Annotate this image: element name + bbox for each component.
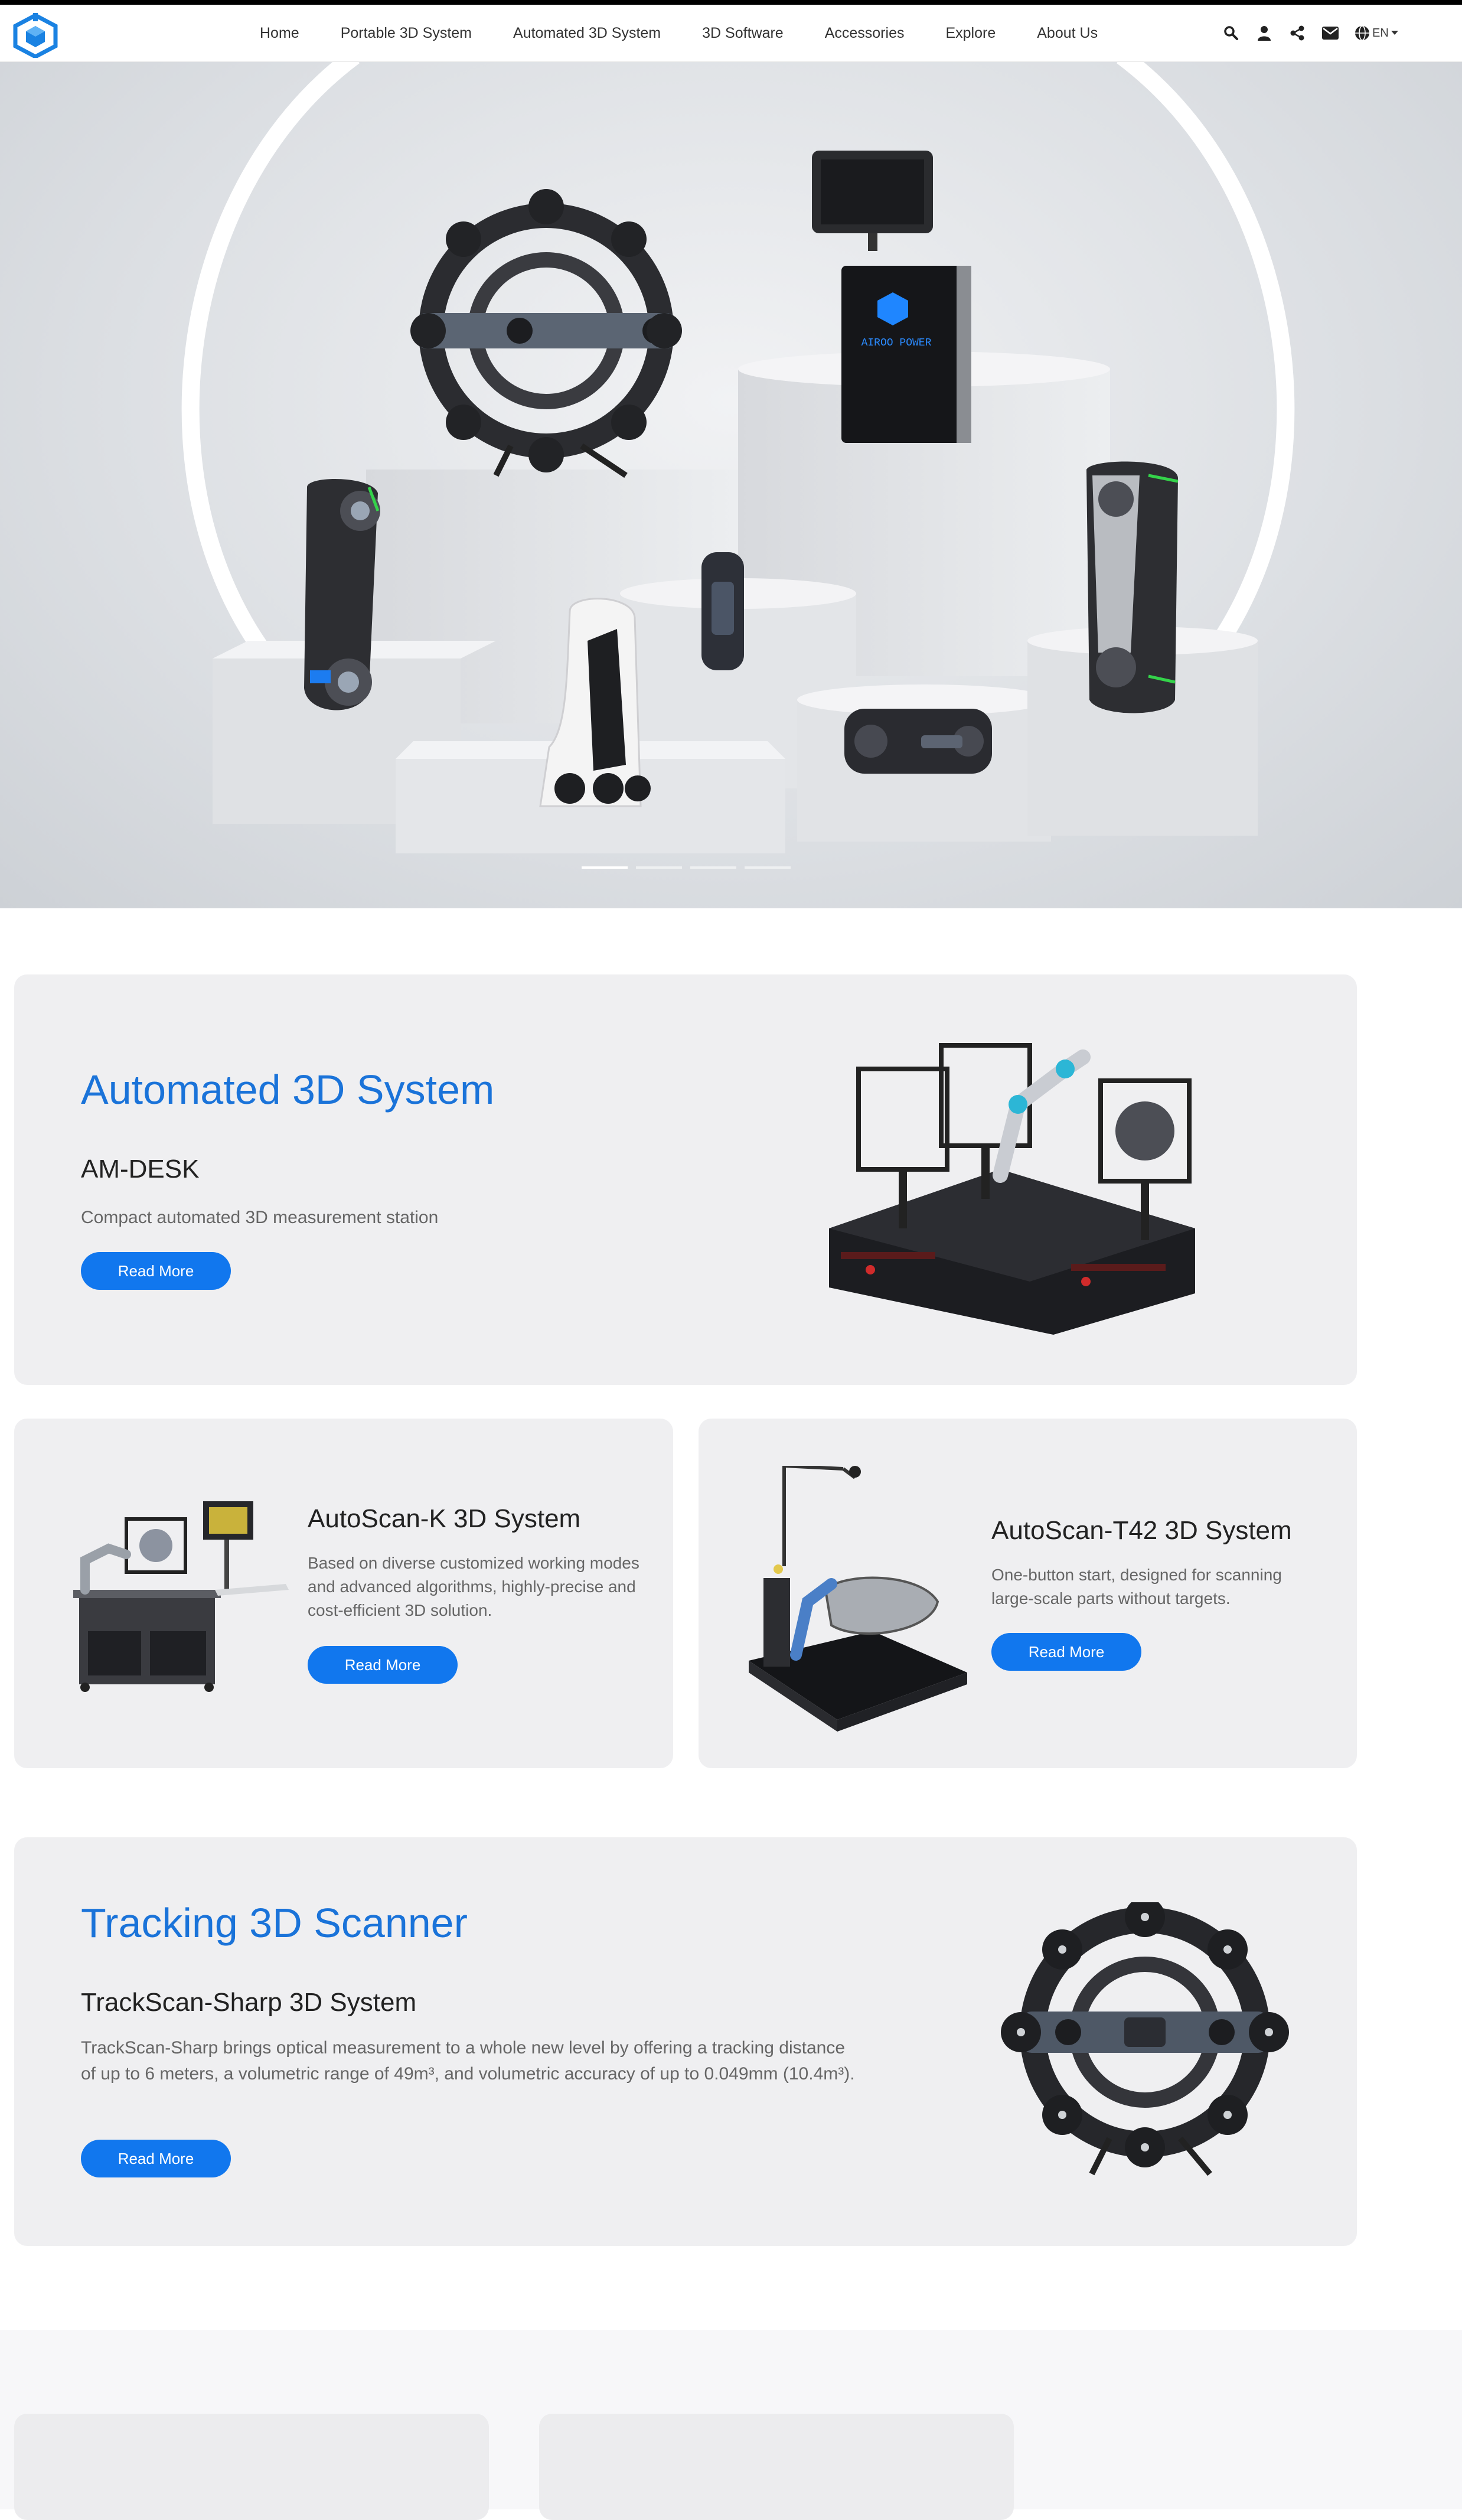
- header-tools: EN: [1222, 5, 1398, 61]
- tracking-3d-scanner-card: Tracking 3D Scanner TrackScan-Sharp 3D S…: [14, 1837, 1357, 2246]
- hero-product-scene: AIROO POWER: [181, 62, 1295, 853]
- share-icon[interactable]: [1288, 24, 1306, 42]
- slide-dot-3[interactable]: [690, 866, 736, 869]
- section-title-automated: Automated 3D System: [81, 1067, 495, 1113]
- slide-dot-1[interactable]: [582, 866, 628, 869]
- autoscan-k-card: AutoScan-K 3D System Based on diverse cu…: [14, 1419, 673, 1768]
- product-title-am-desk: AM-DESK: [81, 1155, 200, 1184]
- nav-accessories[interactable]: Accessories: [825, 25, 905, 42]
- product-title-trackscan-sharp: TrackScan-Sharp 3D System: [81, 1988, 417, 2017]
- product-desc-trackscan-sharp: TrackScan-Sharp brings optical measureme…: [81, 2038, 855, 2084]
- search-icon[interactable]: [1222, 24, 1240, 42]
- product-desc-am-desk: Compact automated 3D measurement station: [81, 1208, 439, 1227]
- autoscan-t42-card: AutoScan-T42 3D System One-button start,…: [699, 1419, 1357, 1768]
- autoscan-t42-product-image: [749, 1466, 967, 1732]
- product-title-autoscan-t42: AutoScan-T42 3D System: [991, 1516, 1292, 1545]
- nav-about-us[interactable]: About Us: [1037, 25, 1098, 42]
- language-switcher[interactable]: EN: [1355, 25, 1398, 41]
- mail-icon[interactable]: [1321, 24, 1339, 42]
- slide-dot-2[interactable]: [636, 866, 682, 869]
- caret-down-icon: [1391, 31, 1398, 35]
- autoscan-k-product-image: [73, 1501, 289, 1692]
- nav-explore[interactable]: Explore: [945, 25, 996, 42]
- read-more-autoscan-k-button[interactable]: Read More: [308, 1646, 458, 1684]
- read-more-am-desk-button[interactable]: Read More: [81, 1252, 231, 1290]
- user-icon[interactable]: [1255, 24, 1273, 42]
- am-desk-product-image: [829, 1043, 1195, 1335]
- hero-screen-label: AIROO POWER: [861, 337, 932, 349]
- main-nav: Home Portable 3D System Automated 3D Sys…: [260, 5, 1139, 61]
- nav-automated-3d-system[interactable]: Automated 3D System: [513, 25, 661, 42]
- hero-slider-dots: [582, 866, 791, 869]
- nav-portable-3d-system[interactable]: Portable 3D System: [341, 25, 472, 42]
- top-strip: [0, 0, 1462, 5]
- placeholder-card-1: [14, 2414, 489, 2520]
- trackscan-sharp-product-image: [1001, 1902, 1289, 2176]
- product-desc-autoscan-k: Based on diverse customized working mode…: [308, 1554, 639, 1619]
- language-label: EN: [1372, 26, 1389, 40]
- read-more-autoscan-t42-button[interactable]: Read More: [991, 1633, 1141, 1671]
- nav-home[interactable]: Home: [260, 25, 299, 42]
- globe-icon: [1355, 25, 1369, 41]
- hero-banner: AIROO POWER: [0, 62, 1462, 908]
- product-title-autoscan-k: AutoScan-K 3D System: [308, 1504, 581, 1533]
- brand-logo[interactable]: [11, 13, 60, 59]
- read-more-trackscan-sharp-button[interactable]: Read More: [81, 2140, 231, 2177]
- section-title-tracking: Tracking 3D Scanner: [81, 1900, 468, 1946]
- product-desc-autoscan-t42: One-button start, designed for scanning …: [991, 1566, 1282, 1608]
- slide-dot-4[interactable]: [745, 866, 791, 869]
- site-header: Home Portable 3D System Automated 3D Sys…: [0, 5, 1462, 62]
- automated-3d-system-card: Automated 3D System AM-DESK Compact auto…: [14, 974, 1357, 1385]
- placeholder-card-2: [539, 2414, 1014, 2520]
- nav-3d-software[interactable]: 3D Software: [702, 25, 784, 42]
